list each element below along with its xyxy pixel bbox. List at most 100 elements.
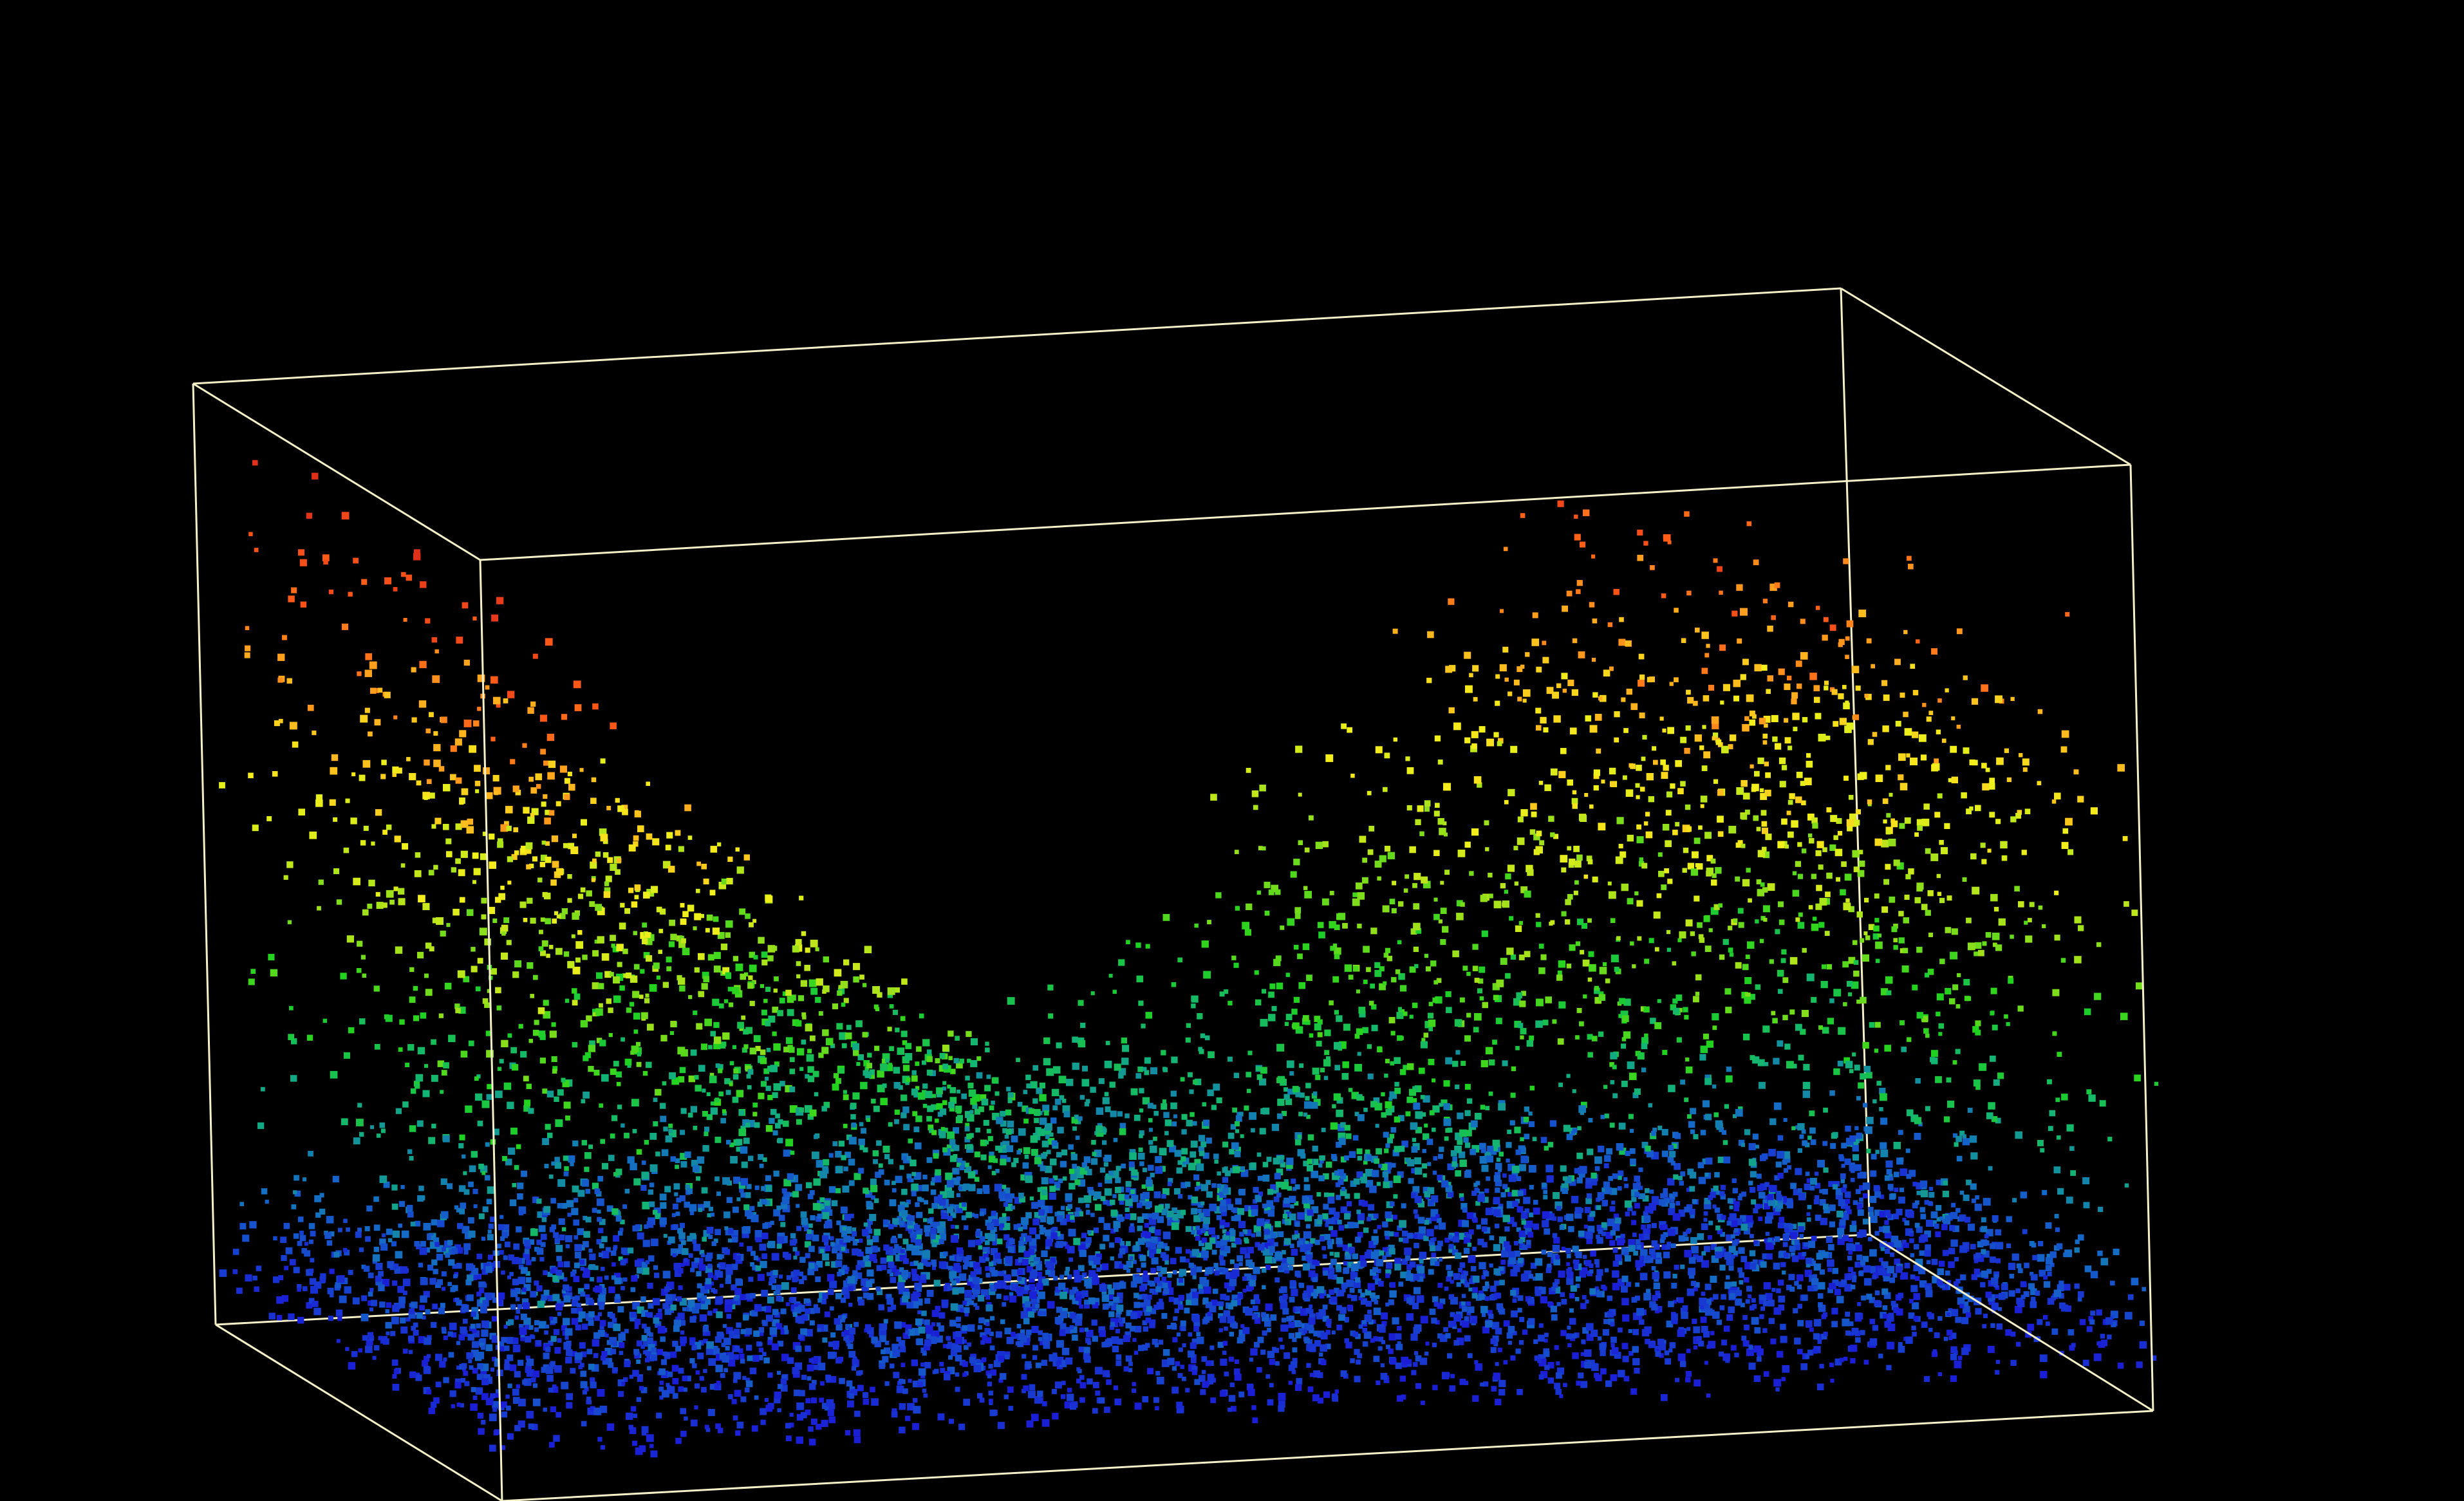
cloud-point bbox=[1889, 896, 1896, 903]
cloud-point bbox=[1941, 738, 1946, 743]
cloud-point bbox=[1677, 1353, 1686, 1361]
cloud-point bbox=[1771, 714, 1778, 722]
cloud-point bbox=[1459, 997, 1465, 1003]
cloud-point bbox=[1347, 1294, 1352, 1298]
cloud-point bbox=[629, 1002, 635, 1007]
cloud-point bbox=[1529, 1035, 1535, 1041]
cloud-point bbox=[1518, 920, 1523, 926]
cloud-point bbox=[1344, 1224, 1349, 1229]
cloud-point bbox=[1466, 1212, 1474, 1219]
cloud-point bbox=[1700, 1130, 1706, 1135]
cloud-point bbox=[1117, 1318, 1123, 1323]
cloud-point bbox=[1219, 1219, 1226, 1226]
cloud-point bbox=[486, 1198, 492, 1205]
cloud-point bbox=[600, 1445, 605, 1450]
cloud-point bbox=[696, 1156, 705, 1164]
cloud-point bbox=[590, 1277, 594, 1282]
cloud-point bbox=[929, 1227, 937, 1235]
cloud-point bbox=[1572, 1245, 1579, 1253]
cloud-point bbox=[799, 1256, 806, 1263]
cloud-point bbox=[1171, 1386, 1179, 1394]
cloud-point bbox=[924, 1319, 930, 1326]
cloud-point bbox=[393, 1368, 400, 1374]
cloud-point bbox=[472, 1395, 478, 1400]
cloud-point bbox=[733, 1354, 739, 1360]
cloud-point bbox=[1849, 1225, 1857, 1232]
cloud-point bbox=[1829, 624, 1836, 631]
cloud-point bbox=[878, 1169, 884, 1175]
cloud-point bbox=[1092, 1408, 1098, 1414]
cloud-point bbox=[871, 1398, 879, 1406]
cloud-point bbox=[832, 1247, 838, 1254]
cloud-point bbox=[1103, 1223, 1111, 1230]
cloud-point bbox=[1981, 1226, 1988, 1233]
cloud-point bbox=[662, 982, 669, 988]
cloud-point bbox=[1898, 774, 1904, 781]
cloud-point bbox=[395, 946, 403, 954]
cloud-point bbox=[1119, 1282, 1126, 1289]
cloud-point bbox=[1776, 1350, 1784, 1358]
cloud-point bbox=[1434, 1225, 1439, 1229]
cloud-point bbox=[531, 1256, 536, 1262]
cloud-point bbox=[2065, 611, 2070, 617]
cloud-point bbox=[481, 1329, 489, 1337]
cloud-point bbox=[1797, 842, 1802, 847]
cloud-point bbox=[1638, 679, 1645, 687]
cloud-point bbox=[1686, 1348, 1691, 1354]
cloud-point bbox=[1098, 1217, 1105, 1223]
cloud-point bbox=[970, 1060, 978, 1068]
cloud-point bbox=[537, 877, 543, 882]
cloud-point bbox=[1697, 1162, 1704, 1168]
cloud-point bbox=[542, 1088, 548, 1094]
cloud-point bbox=[1295, 1306, 1301, 1312]
cloud-point bbox=[1290, 1204, 1294, 1209]
cloud-point bbox=[1432, 1343, 1437, 1348]
cloud-point bbox=[422, 1360, 428, 1367]
cloud-point bbox=[1731, 1178, 1737, 1183]
cloud-point bbox=[670, 1156, 676, 1162]
cloud-point bbox=[1885, 1161, 1893, 1168]
cloud-point bbox=[357, 940, 363, 947]
cloud-point bbox=[1172, 1337, 1178, 1343]
cloud-point bbox=[393, 886, 398, 891]
cloud-point bbox=[1780, 958, 1786, 964]
cloud-point bbox=[942, 1344, 947, 1348]
cloud-point bbox=[809, 1190, 815, 1195]
cloud-point bbox=[1293, 859, 1300, 866]
cloud-point bbox=[1698, 934, 1704, 940]
cloud-point bbox=[1246, 1088, 1251, 1094]
cloud-point bbox=[1632, 964, 1636, 969]
cloud-point bbox=[1022, 1224, 1028, 1230]
cloud-point bbox=[1615, 1254, 1622, 1262]
cloud-point bbox=[1067, 1204, 1072, 1209]
cloud-point bbox=[815, 996, 821, 1003]
cloud-point bbox=[1724, 1325, 1730, 1332]
cloud-point bbox=[1391, 976, 1397, 983]
cloud-point bbox=[835, 1077, 841, 1084]
cloud-point bbox=[2037, 1254, 2045, 1262]
cloud-point bbox=[1748, 898, 1752, 903]
cloud-point bbox=[1397, 1326, 1402, 1331]
cloud-point bbox=[561, 1381, 569, 1390]
cloud-point bbox=[1316, 1040, 1322, 1047]
cloud-point bbox=[1975, 1252, 1981, 1258]
point-cloud-viewport[interactable] bbox=[0, 0, 2464, 1501]
cloud-point bbox=[1203, 1119, 1209, 1126]
cloud-point bbox=[1735, 876, 1741, 882]
cloud-point bbox=[966, 1030, 972, 1038]
cloud-point bbox=[1920, 754, 1927, 761]
cloud-point bbox=[1898, 937, 1905, 944]
cloud-point bbox=[583, 1231, 590, 1238]
cloud-point bbox=[283, 875, 288, 880]
cloud-point bbox=[1910, 1285, 1918, 1292]
cloud-point bbox=[1901, 965, 1909, 973]
cloud-point bbox=[1411, 1370, 1417, 1375]
cloud-point bbox=[1549, 921, 1553, 926]
cloud-point bbox=[1571, 797, 1578, 805]
cloud-point bbox=[341, 1118, 348, 1126]
cloud-point bbox=[1274, 1221, 1282, 1227]
cloud-point bbox=[680, 1330, 685, 1335]
cloud-point bbox=[1632, 1357, 1640, 1366]
cloud-point bbox=[1162, 914, 1170, 921]
cloud-point bbox=[1381, 1092, 1385, 1097]
